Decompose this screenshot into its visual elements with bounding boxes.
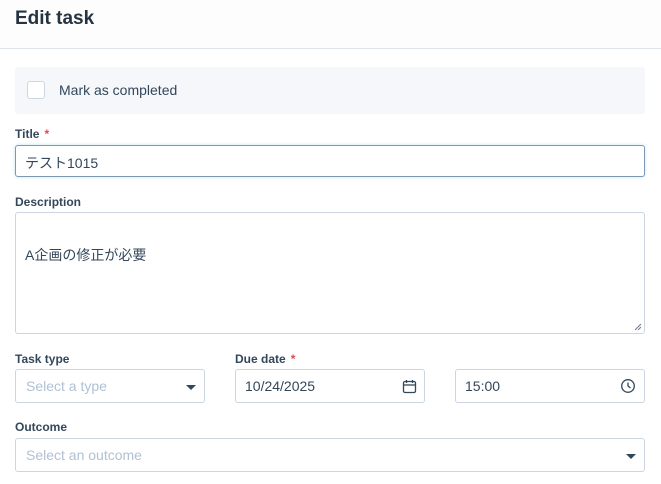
chevron-down-icon (186, 385, 196, 390)
title-input[interactable]: テスト1015 (15, 145, 645, 177)
title-label: Title * (15, 127, 49, 141)
due-date-value: 10/24/2025 (245, 378, 316, 394)
modal-header: Edit task (0, 0, 661, 49)
resize-handle-icon[interactable] (634, 323, 642, 331)
required-mark: * (290, 352, 296, 366)
due-time-value: 15:00 (465, 378, 501, 394)
completed-label: Mark as completed (59, 82, 178, 98)
calendar-icon[interactable] (402, 379, 417, 394)
title-input-value: テスト1015 (25, 155, 99, 171)
description-textarea[interactable]: A企画の修正が必要 (15, 212, 645, 334)
description-value: A企画の修正が必要 (25, 247, 147, 263)
outcome-select[interactable]: Select an outcome (15, 438, 645, 472)
page-title: Edit task (15, 8, 95, 29)
chevron-down-icon (626, 454, 636, 459)
due-time-input[interactable]: 15:00 (455, 369, 645, 403)
completed-checkbox[interactable] (27, 81, 45, 99)
description-label: Description (15, 195, 82, 209)
task-type-label: Task type (15, 352, 70, 366)
due-date-label-text: Due date (235, 352, 286, 366)
clock-icon[interactable] (620, 378, 636, 394)
mark-completed-row[interactable]: Mark as completed (15, 67, 645, 114)
due-date-label: Due date * (235, 352, 295, 366)
title-label-text: Title (15, 127, 40, 141)
task-type-select[interactable]: Select a type (15, 369, 205, 403)
outcome-placeholder: Select an outcome (26, 447, 142, 463)
task-type-placeholder: Select a type (26, 378, 107, 394)
due-date-input[interactable]: 10/24/2025 (235, 369, 425, 403)
required-mark: * (44, 127, 50, 141)
outcome-label: Outcome (15, 420, 68, 434)
